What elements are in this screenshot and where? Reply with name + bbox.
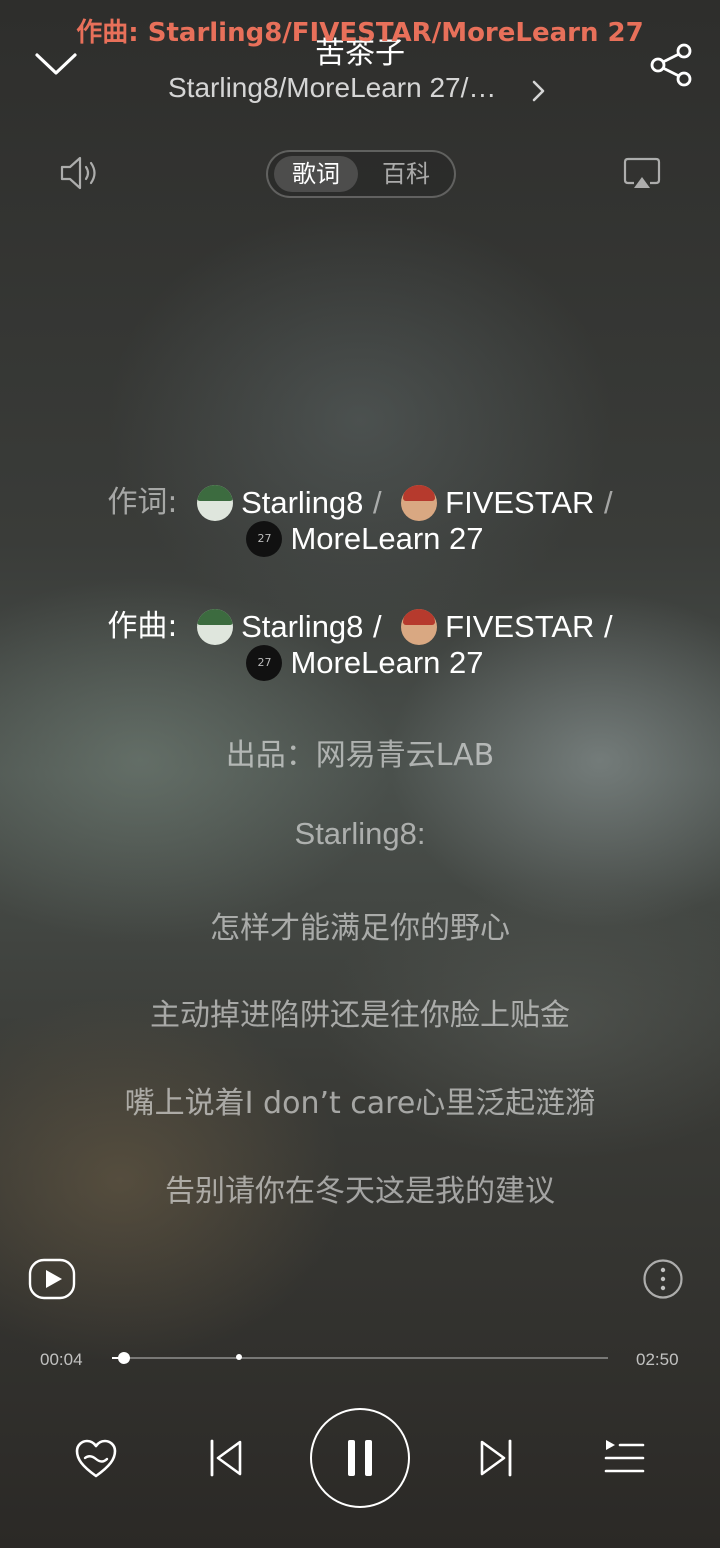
total-time: 02:50 bbox=[636, 1350, 679, 1369]
lyric-line: 出品：网易青云LAB bbox=[225, 738, 495, 773]
lyric-line: 怎样才能满足你的野心 bbox=[210, 911, 510, 946]
credit-separator: / bbox=[372, 484, 382, 520]
pause-icon bbox=[348, 1440, 372, 1476]
avatar bbox=[401, 484, 438, 521]
credit-name[interactable]: FIVESTAR bbox=[445, 483, 594, 523]
tab-lyrics[interactable]: 歌词 bbox=[274, 156, 358, 192]
video-play-icon[interactable] bbox=[28, 1258, 76, 1300]
tab-wiki[interactable]: 百科 bbox=[364, 156, 448, 192]
composer-line-2: 27 MoreLearn 27 bbox=[0, 642, 720, 682]
lyricist-line-1: 作词: Starling8 / FIVESTAR / bbox=[0, 482, 720, 522]
lyricist-label: 作词: bbox=[107, 484, 178, 520]
notification-banner: 作曲: Starling8/FIVESTAR/MoreLearn 27 bbox=[76, 18, 644, 48]
credit-name[interactable]: Starling8 bbox=[241, 483, 363, 523]
heart-icon[interactable] bbox=[74, 1438, 118, 1480]
composer-label: 作曲: bbox=[107, 608, 178, 644]
credit-separator: / bbox=[603, 608, 613, 644]
credit-name[interactable]: FIVESTAR bbox=[445, 607, 594, 647]
credit-name[interactable]: MoreLearn 27 bbox=[290, 519, 483, 559]
previous-icon[interactable] bbox=[208, 1438, 244, 1478]
avatar: 27 bbox=[246, 520, 283, 557]
more-icon[interactable] bbox=[642, 1258, 684, 1300]
buffer-marker bbox=[236, 1354, 242, 1360]
credit-name[interactable]: MoreLearn 27 bbox=[290, 643, 483, 683]
lyric-line: 告别请你在冬天这是我的建议 bbox=[165, 1174, 555, 1209]
avatar bbox=[401, 608, 438, 645]
view-tabs: 歌词 百科 bbox=[266, 150, 456, 198]
progress-handle[interactable] bbox=[117, 1352, 130, 1364]
cast-icon[interactable] bbox=[622, 156, 662, 192]
lyric-line: 嘴上说着I don’t care心里泛起涟漪 bbox=[124, 1086, 596, 1121]
lyricist-line-2: 27 MoreLearn 27 bbox=[0, 518, 720, 558]
composer-line-1: 作曲: Starling8 / FIVESTAR / bbox=[0, 606, 720, 646]
avatar: 27 bbox=[246, 644, 283, 681]
avatar bbox=[197, 608, 234, 645]
song-artists[interactable]: Starling8/MoreLearn 27/… bbox=[168, 72, 518, 104]
volume-icon[interactable] bbox=[58, 154, 100, 192]
credit-separator: / bbox=[372, 608, 382, 644]
chevron-right-icon[interactable] bbox=[530, 80, 548, 102]
playlist-icon[interactable] bbox=[602, 1438, 646, 1478]
credit-separator: / bbox=[603, 484, 613, 520]
lyric-line: Starling8: bbox=[294, 816, 426, 851]
progress-slider[interactable] bbox=[112, 1352, 608, 1364]
next-icon[interactable] bbox=[478, 1438, 514, 1478]
credit-name[interactable]: Starling8 bbox=[241, 607, 363, 647]
current-time: 00:04 bbox=[40, 1350, 83, 1369]
lyric-line: 主动掉进陷阱还是往你脸上贴金 bbox=[150, 998, 570, 1033]
avatar bbox=[197, 484, 234, 521]
pause-button[interactable] bbox=[310, 1408, 410, 1508]
